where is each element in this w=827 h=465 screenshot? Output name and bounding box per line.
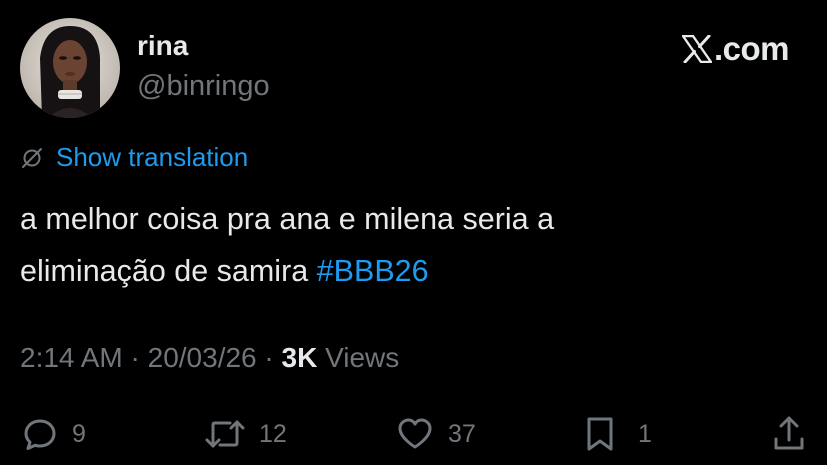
like-button[interactable]: 37 xyxy=(396,412,476,456)
show-translation-label: Show translation xyxy=(56,142,249,172)
avatar-photo xyxy=(20,18,120,118)
hashtag-link[interactable]: #BBB26 xyxy=(317,254,429,288)
views-count: 3K xyxy=(281,342,318,373)
reply-icon xyxy=(24,419,56,450)
action-bar: 9 12 37 1 xyxy=(0,412,827,456)
x-logo-icon xyxy=(681,35,712,63)
x-brand-logo: .com xyxy=(681,30,790,68)
tweet-date[interactable]: 20/03/26 xyxy=(148,342,257,373)
tweet-text-line-2: eliminação de samira #BBB26 xyxy=(20,245,810,297)
meta-separator: · xyxy=(122,342,148,373)
bookmark-count: 1 xyxy=(638,419,652,448)
tweet-text: a melhor coisa pra ana e milena seria a … xyxy=(20,193,810,297)
author-handle[interactable]: @binringo xyxy=(137,70,270,103)
repost-button[interactable]: 12 xyxy=(203,412,287,456)
repost-count: 12 xyxy=(259,419,287,448)
heart-icon xyxy=(398,418,432,449)
repost-icon xyxy=(205,420,245,448)
views-label: Views xyxy=(317,342,400,373)
author-name[interactable]: rina xyxy=(137,30,188,62)
tweet-text-line-1: a melhor coisa pra ana e milena seria a xyxy=(20,202,555,236)
tweet-time[interactable]: 2:14 AM xyxy=(20,342,123,373)
reply-count: 9 xyxy=(72,419,86,448)
share-button[interactable] xyxy=(772,412,806,456)
show-translation-link[interactable]: Show translation xyxy=(20,142,248,173)
tweet-text-line-2-prefix: eliminação de samira xyxy=(20,254,317,288)
reply-button[interactable]: 9 xyxy=(22,412,86,456)
share-icon xyxy=(774,416,804,450)
x-domain-text: .com xyxy=(713,30,790,67)
translate-icon xyxy=(22,147,42,168)
bookmark-button[interactable]: 1 xyxy=(584,412,652,456)
tweet-meta: 2:14 AM · 20/03/26 · 3K Views xyxy=(20,342,399,374)
bookmark-icon xyxy=(587,417,613,451)
like-count: 37 xyxy=(448,419,476,448)
meta-separator: · xyxy=(256,342,282,373)
avatar[interactable] xyxy=(20,18,120,118)
